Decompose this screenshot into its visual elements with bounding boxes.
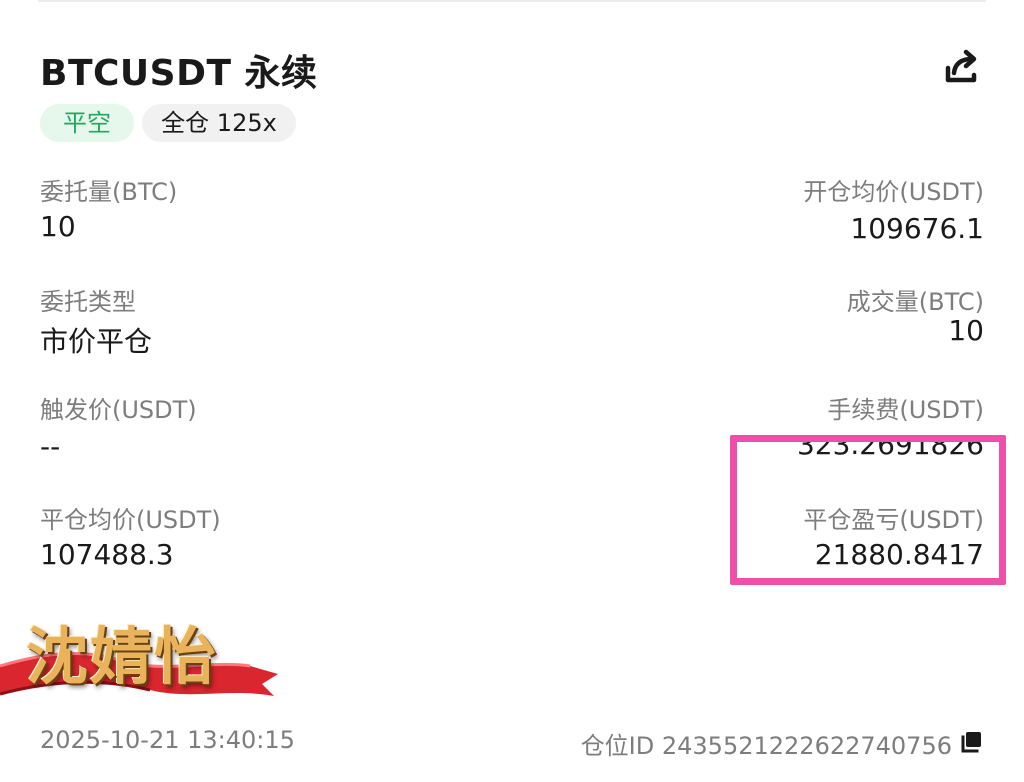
top-divider (38, 0, 986, 2)
trigger-price-value: -- (40, 430, 61, 463)
position-id: 仓位ID 2435521222622740756 (580, 732, 952, 760)
filled-qty-label: 成交量(BTC) (846, 288, 984, 316)
watermark-name: 沈婧怡 (26, 620, 219, 693)
open-avg-price-value: 109676.1 (850, 212, 984, 245)
name-watermark: 沈婧怡 (0, 596, 290, 720)
order-qty-label: 委托量(BTC) (40, 178, 178, 206)
filled-qty-value: 10 (948, 314, 984, 347)
copy-icon[interactable] (958, 730, 984, 754)
fee-label: 手续费(USDT) (827, 396, 984, 424)
margin-mode-badge: 全仓 125x (142, 104, 296, 142)
contract-title: BTCUSDT 永续 (40, 53, 318, 94)
trigger-price-label: 触发价(USDT) (40, 396, 197, 424)
timestamp: 2025-10-21 13:40:15 (40, 726, 295, 754)
close-avg-price-label: 平仓均价(USDT) (40, 506, 221, 534)
order-qty-value: 10 (40, 210, 76, 243)
pnl-highlight-box (730, 435, 1006, 585)
order-detail-card: BTCUSDT 永续 平空 全仓 125x 委托量(BTC) 10 开仓均价(U… (0, 0, 1024, 782)
share-icon[interactable] (938, 46, 984, 88)
side-badge: 平空 (40, 104, 134, 142)
open-avg-price-label: 开仓均价(USDT) (803, 178, 984, 206)
order-type-label: 委托类型 (40, 288, 136, 316)
order-type-value: 市价平仓 (40, 325, 153, 358)
close-avg-price-value: 107488.3 (40, 538, 174, 571)
